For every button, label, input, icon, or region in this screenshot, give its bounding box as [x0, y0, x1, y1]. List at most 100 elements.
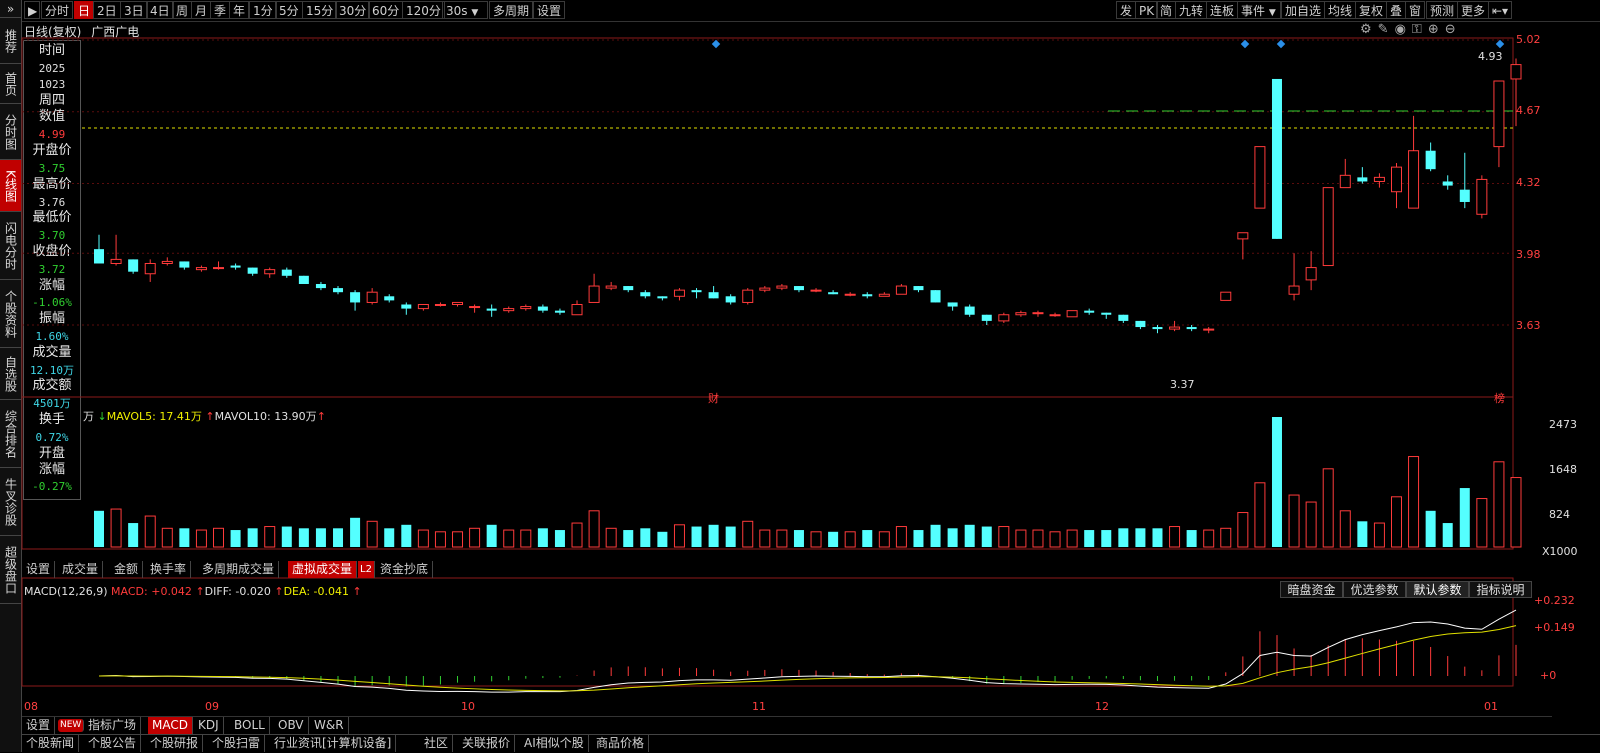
volume-bar	[1066, 529, 1078, 548]
volume-bar	[298, 528, 309, 547]
volume-bar	[1271, 417, 1282, 547]
volume-bar	[810, 531, 822, 548]
x-tick-10: 10	[461, 700, 475, 713]
vol-tab-virtual[interactable]: 虚拟成交量	[288, 561, 358, 578]
candle-body	[1015, 312, 1027, 316]
btab-news[interactable]: 个股新闻	[22, 735, 80, 752]
candle-body	[1032, 312, 1044, 315]
volume-bar	[1442, 523, 1453, 547]
vol-tick-1: 2473	[1549, 418, 1577, 431]
volume-bar	[1032, 529, 1044, 548]
volume-bar	[537, 528, 548, 547]
volume-bar	[1220, 527, 1232, 548]
volume-bar	[1305, 501, 1317, 548]
diff-value: DIFF: -0.020	[204, 585, 271, 598]
volume-bar	[315, 528, 326, 547]
optimal-params-button[interactable]: 优选参数	[1343, 581, 1406, 598]
dark-pool-button[interactable]: 暗盘资金	[1280, 581, 1343, 598]
candle-body	[144, 262, 156, 275]
btab-commodity[interactable]: 商品价格	[592, 735, 650, 752]
volume-bar	[1203, 529, 1215, 548]
default-params-button[interactable]: 默认参数	[1406, 581, 1469, 598]
vol-tab-amount[interactable]: 金额	[110, 561, 144, 578]
volume-bar	[1390, 496, 1402, 548]
volume-bar	[1459, 488, 1470, 547]
vol-tab-multi[interactable]: 多周期成交量	[198, 561, 280, 578]
vol-tab-bottom[interactable]: 资金抄底	[376, 561, 434, 578]
dragon-tiger-marker[interactable]: 榜	[1494, 390, 1505, 406]
candle-body	[1493, 80, 1505, 148]
candle-body	[333, 288, 344, 293]
volume-bar	[776, 529, 788, 548]
volume-bar	[844, 531, 856, 548]
candle-body	[179, 261, 190, 268]
candle-body	[571, 303, 583, 316]
volume-bar	[1152, 528, 1163, 547]
candle-body	[469, 306, 481, 309]
candle-body	[1510, 64, 1522, 80]
volume-bar	[708, 524, 719, 547]
volume-tabs: 设置 成交量 金额 换手率 多周期成交量 虚拟成交量 L2 资金抄底	[22, 561, 1552, 579]
vol-tab-volume[interactable]: 成交量	[58, 561, 104, 578]
volume-bar	[366, 520, 378, 548]
candle-body	[520, 306, 532, 310]
candle-body	[1254, 146, 1266, 209]
ind-tab-boll[interactable]: BOLL	[230, 717, 270, 734]
candle-body	[350, 292, 361, 303]
ind-tab-wr[interactable]: W&R	[310, 717, 349, 734]
candle-body	[1101, 312, 1112, 315]
candle-body	[1476, 178, 1488, 215]
volume-bar	[1015, 529, 1027, 548]
macd-chart	[98, 609, 1517, 693]
price-tick-1: 5.02	[1516, 33, 1541, 46]
ind-tab-kdj[interactable]: KDJ	[194, 717, 224, 734]
btab-industry[interactable]: 行业资讯[计算机设备]	[270, 735, 397, 752]
financial-report-marker[interactable]: 财	[708, 390, 719, 406]
candle-body	[1066, 310, 1078, 318]
volume-bar	[1510, 477, 1522, 548]
btab-announcement[interactable]: 个股公告	[84, 735, 142, 752]
up-arrow-icon: ↑	[205, 410, 215, 423]
candle-body	[947, 302, 958, 307]
volume-bar	[793, 530, 804, 547]
volume-bar	[673, 524, 685, 548]
vol-tab-settings[interactable]: 设置	[22, 561, 56, 578]
btab-ai-similar[interactable]: AI相似个股	[520, 735, 589, 752]
up-arrow-icon: ↑	[352, 585, 362, 598]
candle-body	[281, 269, 292, 276]
volume-bar	[588, 510, 600, 548]
btab-related[interactable]: 关联报价	[458, 735, 516, 752]
btab-research[interactable]: 个股研报	[146, 735, 204, 752]
vol-tab-turnover[interactable]: 换手率	[146, 561, 192, 578]
price-tick-2: 4.67	[1516, 104, 1541, 117]
candle-body	[1339, 174, 1351, 189]
candle-body	[315, 283, 326, 289]
vol-tab-l2[interactable]: L2	[358, 561, 375, 578]
main-chart[interactable]	[0, 0, 1600, 752]
volume-header: 万 ↓MAVOL5: 17.41万 ↑MAVOL10: 13.90万↑	[83, 408, 326, 424]
candle-body	[998, 314, 1010, 322]
candle-body	[708, 292, 719, 299]
candle-body	[1408, 150, 1420, 209]
volume-bar	[571, 522, 583, 548]
candle-body	[810, 289, 822, 292]
macd-tick-1: +0.232	[1534, 594, 1575, 607]
candle-body	[1203, 328, 1215, 331]
volume-bar	[128, 523, 139, 547]
volume-bar	[384, 528, 395, 547]
btab-risk[interactable]: 个股扫雷	[208, 735, 266, 752]
candle-body	[1442, 181, 1453, 186]
ind-tab-macd[interactable]: MACD	[148, 717, 193, 734]
volume-bar	[161, 527, 173, 548]
candle-body	[895, 285, 907, 295]
btab-community[interactable]: 社区	[420, 735, 454, 752]
up-arrow-icon: ↑	[316, 410, 326, 423]
ind-tab-settings[interactable]: 设置	[22, 717, 56, 734]
indicator-help-button[interactable]: 指标说明	[1469, 581, 1532, 598]
ind-tab-obv[interactable]: OBV	[274, 717, 309, 734]
candle-body	[1049, 314, 1061, 317]
diff-line	[98, 609, 1517, 693]
ind-tab-square[interactable]: 指标广场	[84, 717, 142, 734]
candle-body	[230, 265, 241, 268]
volume-bar	[1357, 521, 1368, 547]
